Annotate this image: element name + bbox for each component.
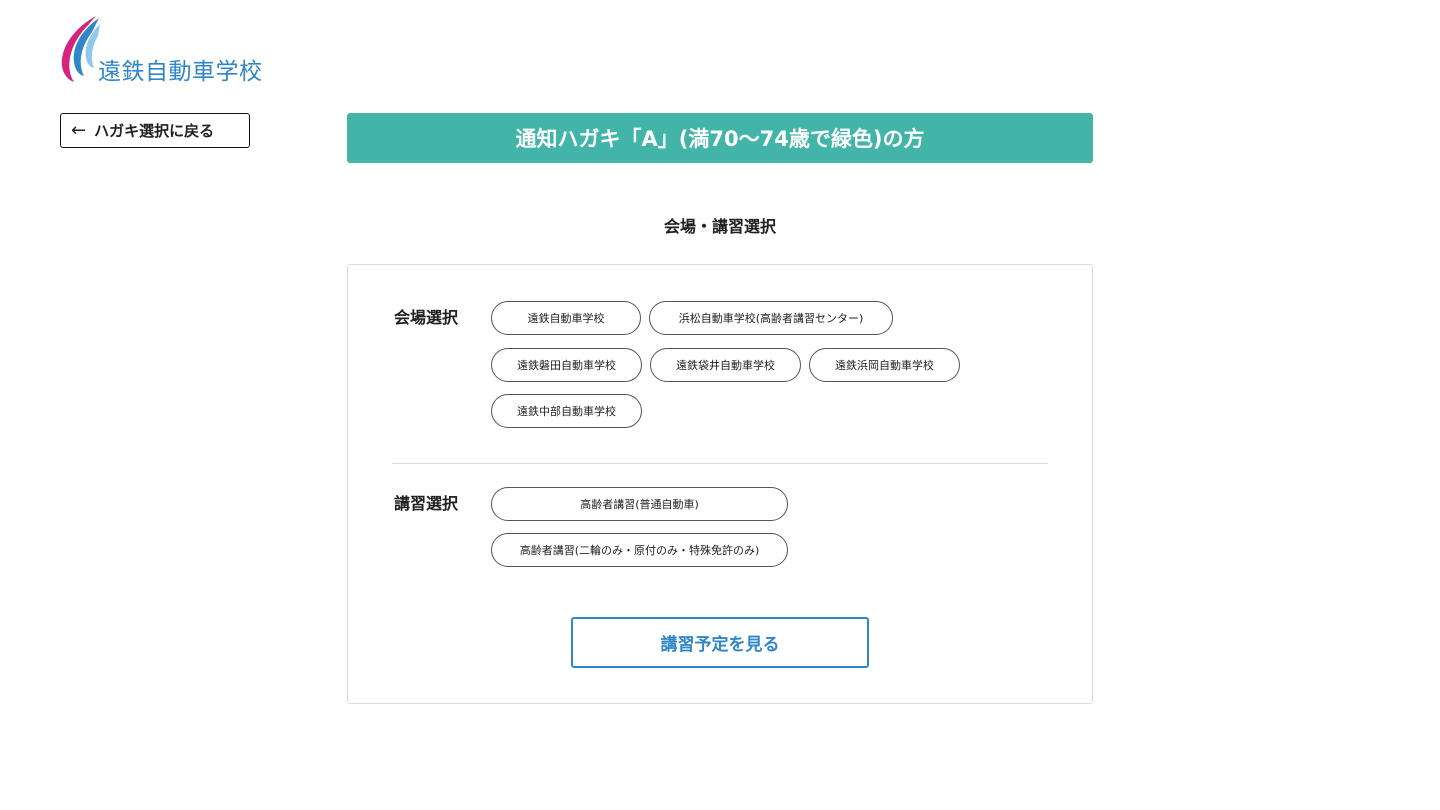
course-option-motorcycle-moped-special[interactable]: 高齢者講習(二輪のみ・原付のみ・特殊免許のみ) — [491, 533, 788, 567]
section-divider — [392, 463, 1048, 464]
venue-option-iwata[interactable]: 遠鉄磐田自動車学校 — [491, 348, 642, 382]
logo-mark-icon — [61, 16, 100, 82]
section-title: 会場・講習選択 — [663, 217, 776, 236]
course-option-standard-car[interactable]: 高齢者講習(普通自動車) — [491, 487, 788, 521]
course-select-label: 講習選択 — [394, 494, 459, 513]
submit-button-label: 講習予定を見る — [660, 635, 780, 655]
arrow-left-icon: ← — [71, 119, 87, 141]
view-course-schedule-button[interactable]: 講習予定を見る — [571, 617, 869, 668]
back-button-label: ハガキ選択に戻る — [94, 122, 215, 140]
venue-option-hamamatsu[interactable]: 浜松自動車学校(高齢者講習センター) — [649, 301, 893, 335]
postcard-type-banner: 通知ハガキ「A」(満70〜74歳で緑色)の方 — [347, 113, 1093, 163]
venue-option-fukuroi[interactable]: 遠鉄袋井自動車学校 — [650, 348, 801, 382]
venue-option-chubu[interactable]: 遠鉄中部自動車学校 — [491, 394, 642, 428]
logo: 遠鉄自動車学校 — [56, 14, 262, 85]
banner-title: 通知ハガキ「A」(満70〜74歳で緑色)の方 — [515, 127, 925, 151]
back-to-postcard-select-button[interactable]: ← ハガキ選択に戻る — [60, 113, 250, 148]
logo-text: 遠鉄自動車学校 — [98, 59, 263, 85]
selection-panel: 会場選択 遠鉄自動車学校 浜松自動車学校(高齢者講習センター) 遠鉄磐田自動車学… — [347, 264, 1093, 704]
venue-option-entetsu[interactable]: 遠鉄自動車学校 — [491, 301, 641, 335]
venue-option-hamaoka[interactable]: 遠鉄浜岡自動車学校 — [809, 348, 960, 382]
venue-select-label: 会場選択 — [394, 308, 459, 327]
